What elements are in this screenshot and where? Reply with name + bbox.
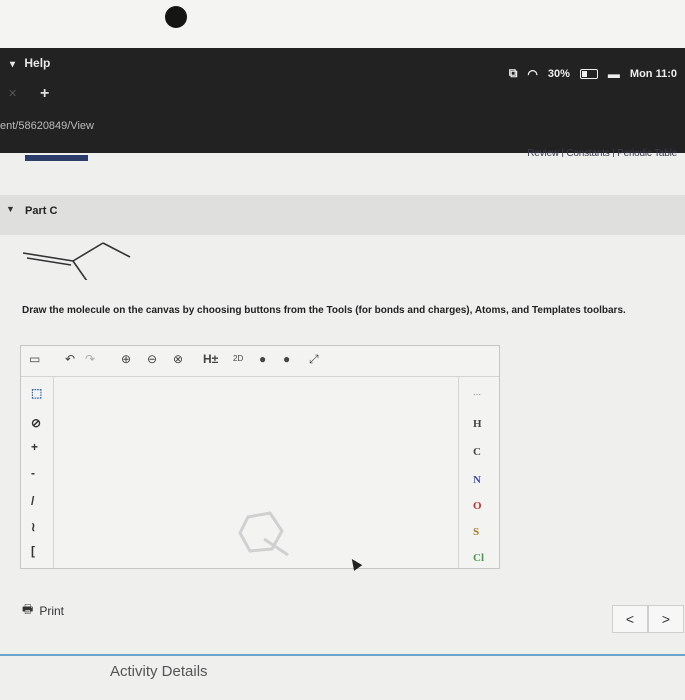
help-menu[interactable]: ▾ Help xyxy=(10,56,50,70)
atom-c-button[interactable]: C xyxy=(473,446,481,458)
periodic-table-icon[interactable]: ⋯ xyxy=(473,390,481,399)
clear-icon[interactable]: ⊗ xyxy=(173,352,183,366)
chain-icon[interactable]: ≀ xyxy=(31,520,36,534)
atom-cl-button[interactable]: Cl xyxy=(473,552,484,564)
previous-button[interactable]: < xyxy=(612,605,648,633)
top-bar: ▾ Help ⧉ ◠ 30% ▬ Mon 11:0 ✕ + ent/586208… xyxy=(0,48,685,153)
single-bond-icon[interactable]: / xyxy=(31,494,34,508)
zoom-out-icon[interactable]: ⊖ xyxy=(147,352,157,366)
new-tab-button[interactable]: + xyxy=(40,85,49,103)
redo-icon[interactable]: ↷ xyxy=(85,352,95,366)
drawing-canvas[interactable] xyxy=(54,377,458,571)
part-title: Part C xyxy=(25,205,58,217)
review-links[interactable]: Review | Constants | Periodic Table xyxy=(527,148,677,157)
editor-toolbar: ▭ ↶ ↷ ⊕ ⊖ ⊗ H± 2D ● ● ⤢ xyxy=(21,346,499,377)
collapse-icon[interactable]: ▼ xyxy=(6,204,15,214)
template-ring-icon xyxy=(238,511,289,557)
atom-s-button[interactable]: S xyxy=(473,526,479,538)
device-bezel xyxy=(0,0,685,48)
chevron-icon: ▾ xyxy=(10,59,16,70)
activity-details[interactable]: Activity Details xyxy=(110,663,208,680)
wifi-icon[interactable]: ◠ xyxy=(527,67,537,81)
camera xyxy=(165,6,187,28)
positive-charge-button[interactable]: + xyxy=(31,440,38,454)
print-label: Print xyxy=(39,603,65,618)
eraser-icon[interactable]: ⊘ xyxy=(31,416,41,430)
atom-h-button[interactable]: H xyxy=(473,418,482,430)
next-button[interactable]: > xyxy=(648,605,684,633)
print-button[interactable]: 🖶 Print xyxy=(22,600,64,621)
tools-toolbar: ⬚ ⊘ + - / ≀ [ xyxy=(21,376,54,568)
divider xyxy=(0,654,685,656)
hydrogen-toggle-button[interactable]: H± xyxy=(203,352,218,366)
close-icon[interactable]: ✕ xyxy=(8,87,17,100)
airplay-icon[interactable]: ⧉ xyxy=(509,66,518,81)
undo-icon[interactable]: ↶ xyxy=(65,352,75,366)
battery-icon[interactable] xyxy=(579,68,598,79)
printer-icon: 🖶 xyxy=(22,602,34,616)
molecule-editor: ▭ ↶ ↷ ⊕ ⊖ ⊗ H± 2D ● ● ⤢ ⬚ ⊘ + - / ≀ [ ⋯ … xyxy=(20,345,500,571)
document-icon[interactable]: ▭ xyxy=(29,352,40,366)
expand-icon[interactable]: ⤢ xyxy=(309,352,319,367)
bracket-icon[interactable]: [ xyxy=(31,544,35,558)
battery-percent: 30% xyxy=(547,67,570,80)
pagination: < > xyxy=(612,605,684,633)
address-bar[interactable]: ent/58620849/View xyxy=(0,120,94,132)
instructions: Draw the molecule on the canvas by choos… xyxy=(22,305,626,316)
part-header[interactable]: ▼ Part C xyxy=(0,195,685,235)
progress-indicator xyxy=(25,155,88,161)
zoom-in-icon[interactable]: ⊕ xyxy=(121,352,131,366)
help-icon[interactable]: ● xyxy=(283,352,290,366)
help-menu-label: Help xyxy=(24,56,51,70)
molecule-structure xyxy=(22,242,131,280)
keyboard-icon[interactable]: ▬ xyxy=(608,67,620,81)
info-icon[interactable]: ● xyxy=(259,352,266,366)
tab-row: ✕ + xyxy=(0,83,685,107)
atom-o-button[interactable]: O xyxy=(473,500,482,512)
clean-2d-button[interactable]: 2D xyxy=(233,354,243,363)
atom-n-button[interactable]: N xyxy=(473,474,481,486)
atoms-toolbar: ⋯ H C N O S Cl xyxy=(458,376,499,568)
negative-charge-button[interactable]: - xyxy=(31,466,35,480)
clock[interactable]: Mon 11:0 xyxy=(630,68,677,80)
mouse-cursor xyxy=(347,556,363,571)
select-icon[interactable]: ⬚ xyxy=(31,386,42,400)
status-area: ⧉ ◠ 30% ▬ Mon 11:0 xyxy=(509,66,677,81)
